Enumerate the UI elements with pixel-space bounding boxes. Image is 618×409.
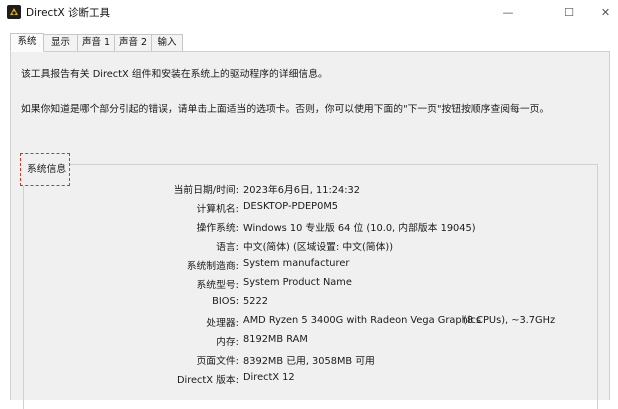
info-value: DirectX 12 <box>243 372 295 383</box>
info-row-language: 语言: 中文(简体) (区域设置: 中文(简体)) <box>11 239 611 253</box>
intro-text-1: 该工具报告有关 DirectX 组件和安装在系统上的驱动程序的详细信息。 <box>21 69 328 80</box>
intro-text-2: 如果你知道是哪个部分引起的错误，请单击上面适当的选项卡。否则，你可以使用下面的"… <box>21 104 550 115</box>
directx-app-icon <box>7 5 21 19</box>
info-value: System manufacturer <box>243 258 350 269</box>
info-row-memory: 内存: 8192MB RAM <box>11 334 611 348</box>
info-row-computer-name: 计算机名: DESKTOP-PDEP0M5 <box>11 201 611 215</box>
info-label: 内存: <box>216 337 239 348</box>
info-value: DESKTOP-PDEP0M5 <box>243 201 339 212</box>
minimize-icon: — <box>502 5 514 19</box>
tab-input[interactable]: 输入 <box>151 34 183 51</box>
info-label: 当前日期/时间: <box>173 185 239 196</box>
info-label: 语言: <box>216 242 239 253</box>
close-button[interactable]: ✕ <box>593 0 618 24</box>
info-label: 处理器: <box>206 318 239 329</box>
info-row-bios: BIOS: 5222 <box>11 296 611 310</box>
info-row-processor: 处理器: AMD Ryzen 5 3400G with Radeon Vega … <box>11 315 611 329</box>
info-value: 8392MB 已用, 3058MB 可用 <box>243 356 375 367</box>
info-value: 2023年6月6日, 11:24:32 <box>243 185 361 196</box>
close-icon: ✕ <box>600 5 611 19</box>
info-label: 操作系统: <box>196 223 240 234</box>
processor-speed: (8 CPUs), ~3.7GHz <box>463 315 556 326</box>
tab-system[interactable]: 系统 <box>10 33 44 52</box>
info-row-datetime: 当前日期/时间: 2023年6月6日, 11:24:32 <box>11 182 611 196</box>
info-value: AMD Ryzen 5 3400G with Radeon Vega Graph… <box>243 315 481 326</box>
system-tab-panel: 该工具报告有关 DirectX 组件和安装在系统上的驱动程序的详细信息。 如果你… <box>10 51 611 409</box>
tab-display[interactable]: 显示 <box>43 34 78 51</box>
info-label: 系统制造商: <box>186 261 239 272</box>
info-row-os: 操作系统: Windows 10 专业版 64 位 (10.0, 内部版本 19… <box>11 220 611 234</box>
info-label: 系统型号: <box>196 280 240 291</box>
window-title: DirectX 诊断工具 <box>26 7 110 19</box>
minimize-button[interactable]: — <box>485 0 531 24</box>
info-value: 8192MB RAM <box>243 334 308 345</box>
info-row-directx-version: DirectX 版本: DirectX 12 <box>11 372 611 386</box>
info-value: 5222 <box>243 296 268 307</box>
info-row-manufacturer: 系统制造商: System manufacturer <box>11 258 611 272</box>
info-value: System Product Name <box>243 277 352 288</box>
info-row-model: 系统型号: System Product Name <box>11 277 611 291</box>
maximize-icon: ☐ <box>564 5 574 19</box>
title-bar: DirectX 诊断工具 — ☐ ✕ <box>0 0 618 24</box>
info-value: 中文(简体) (区域设置: 中文(简体)) <box>243 242 394 253</box>
info-label: BIOS: <box>212 296 239 307</box>
info-label: 页面文件: <box>196 356 240 367</box>
info-label: DirectX 版本: <box>176 375 239 386</box>
tab-sound-1[interactable]: 声音 1 <box>77 34 115 51</box>
tab-sound-2[interactable]: 声音 2 <box>114 34 152 51</box>
info-value: Windows 10 专业版 64 位 (10.0, 内部版本 19045) <box>243 223 476 234</box>
info-row-page-file: 页面文件: 8392MB 已用, 3058MB 可用 <box>11 353 611 367</box>
info-label: 计算机名: <box>196 204 240 215</box>
system-info-group-label: 系统信息 <box>27 164 67 175</box>
maximize-button[interactable]: ☐ <box>546 0 592 24</box>
